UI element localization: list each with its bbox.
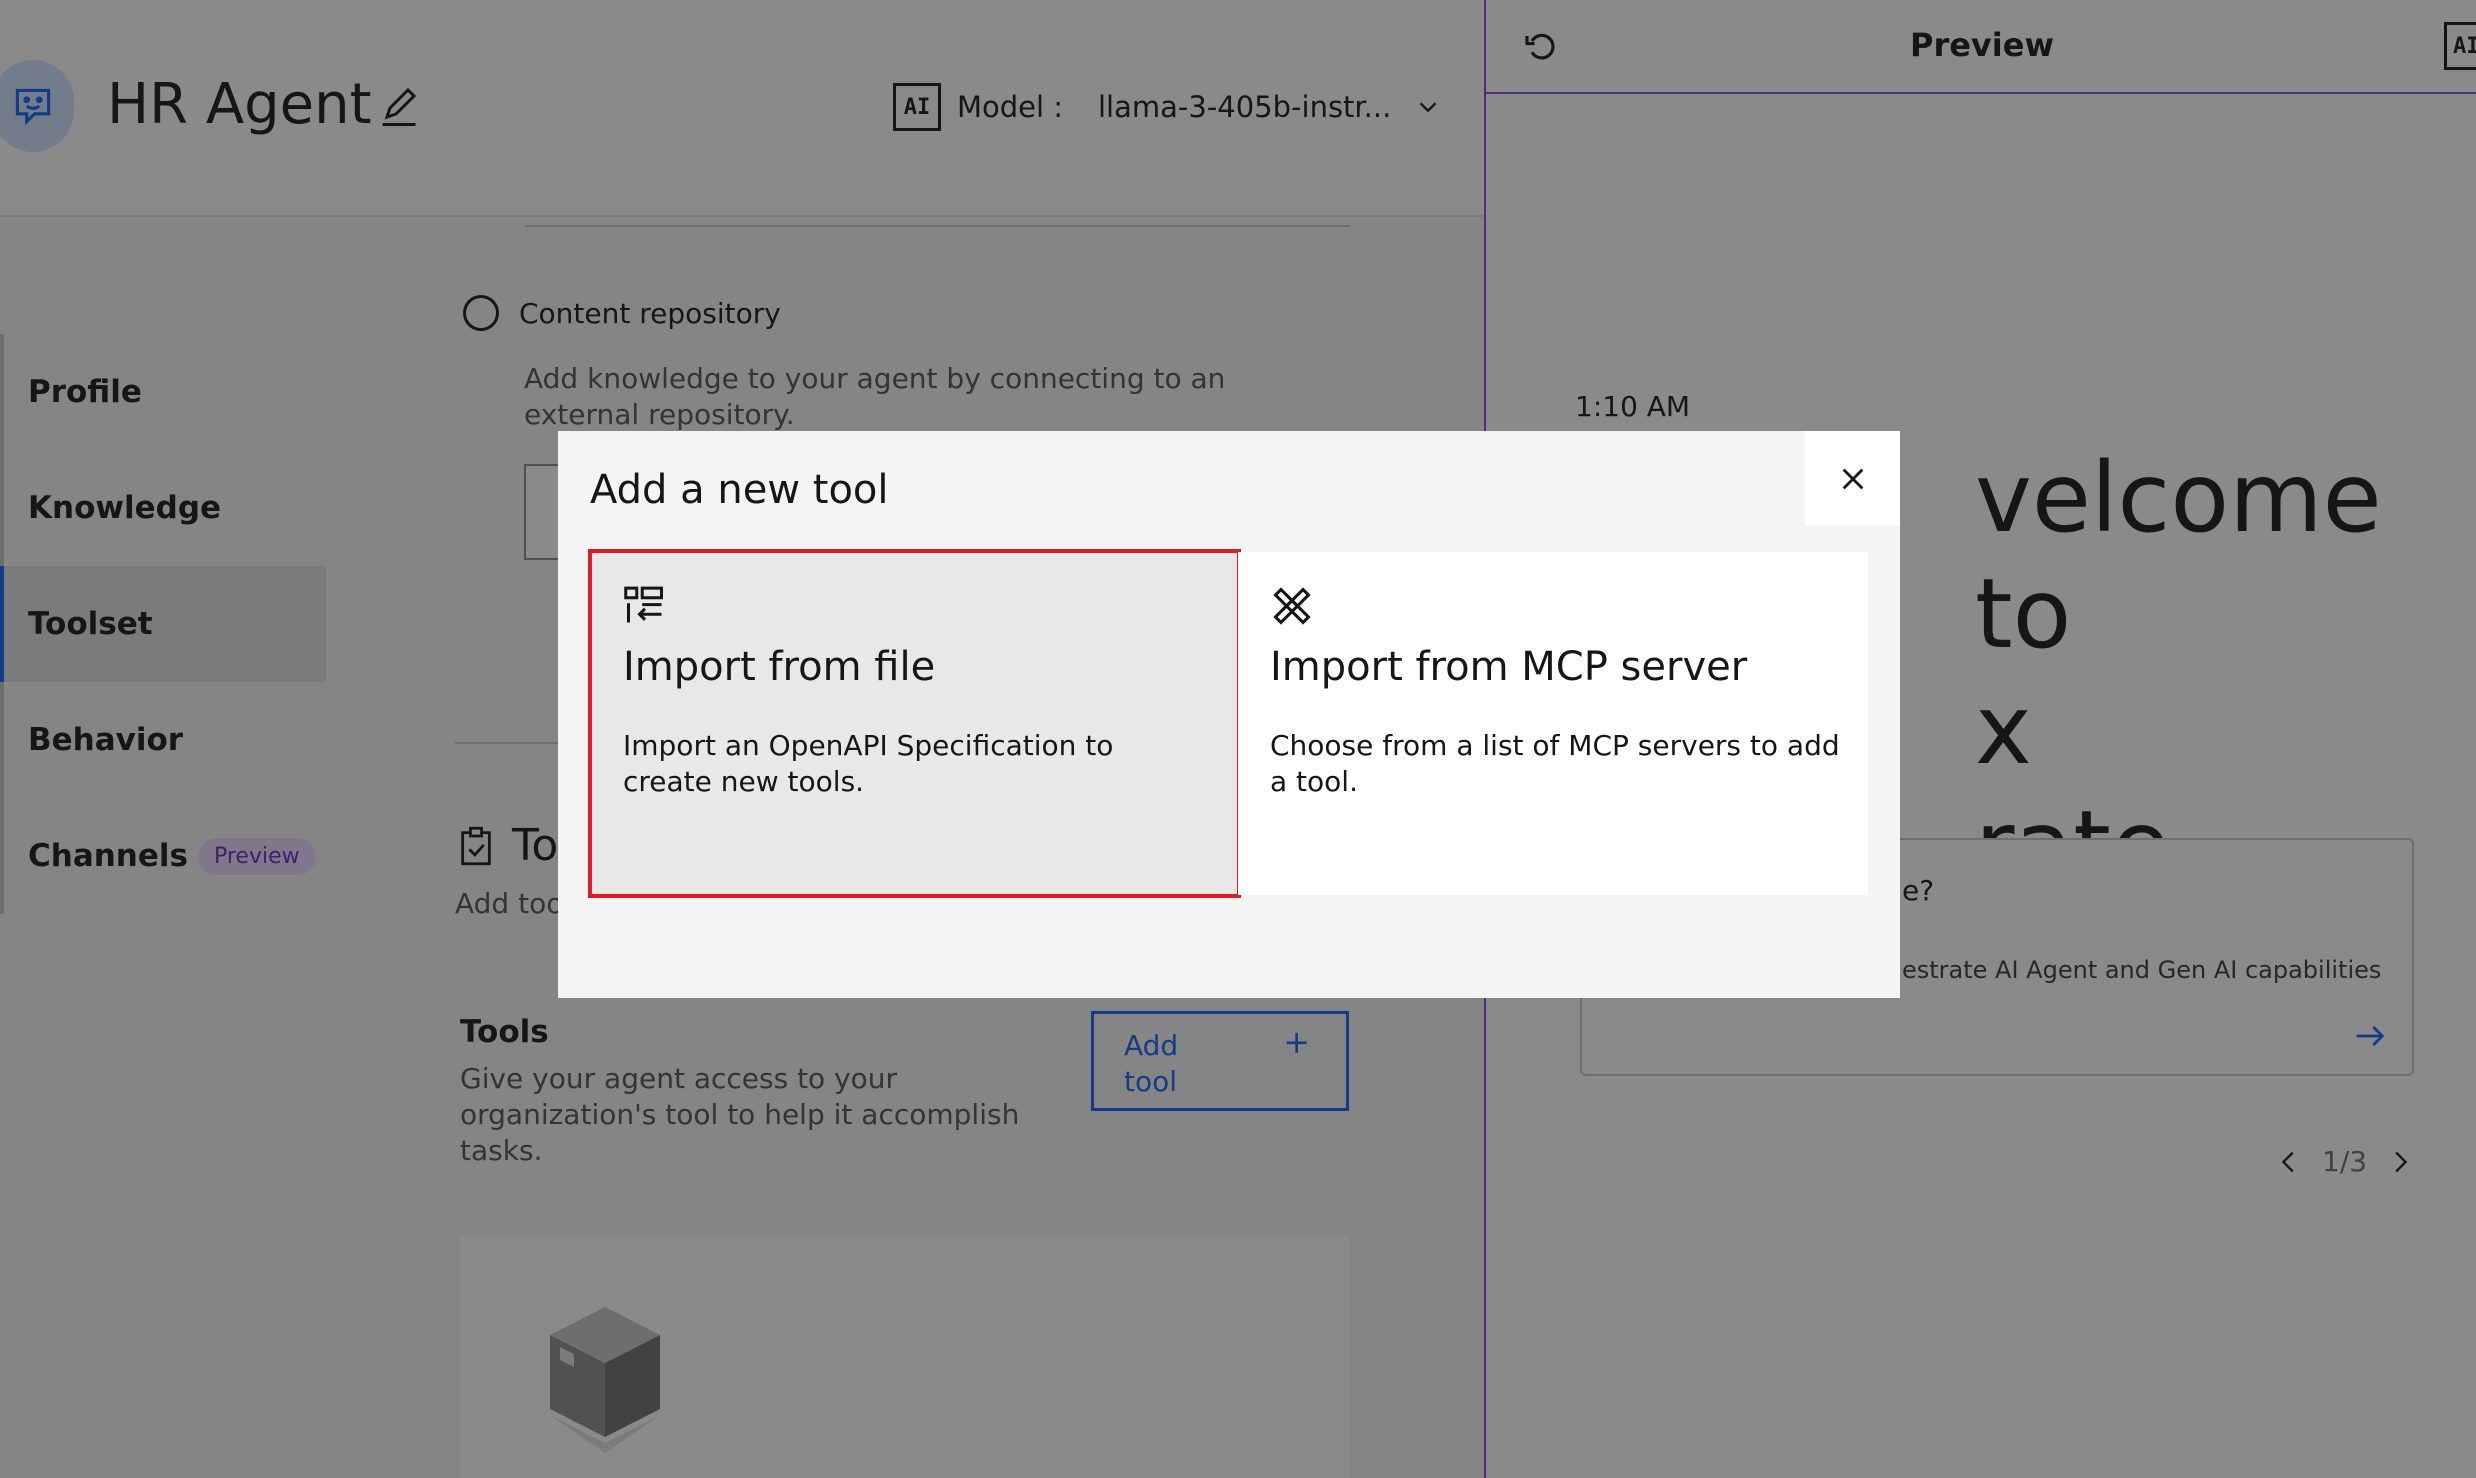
import-file-icon [624,586,664,623]
tile-title: Import from file [623,644,936,690]
close-button[interactable] [1805,431,1900,526]
modal-title: Add a new tool [590,467,889,513]
close-icon [1842,468,1863,489]
tile-description: Import an OpenAPI Specification to creat… [623,729,1114,798]
mcp-tools-icon [1273,587,1311,625]
tile-description: Choose from a list of MCP servers to add… [1270,729,1840,798]
import-from-mcp-tile[interactable]: Import from MCP server Choose from a lis… [1238,552,1868,895]
tile-title: Import from MCP server [1270,644,1748,690]
import-from-file-tile[interactable]: Import from file Import an OpenAPI Speci… [588,549,1241,898]
add-tool-modal: Add a new tool Import from file Import a… [558,431,1900,998]
